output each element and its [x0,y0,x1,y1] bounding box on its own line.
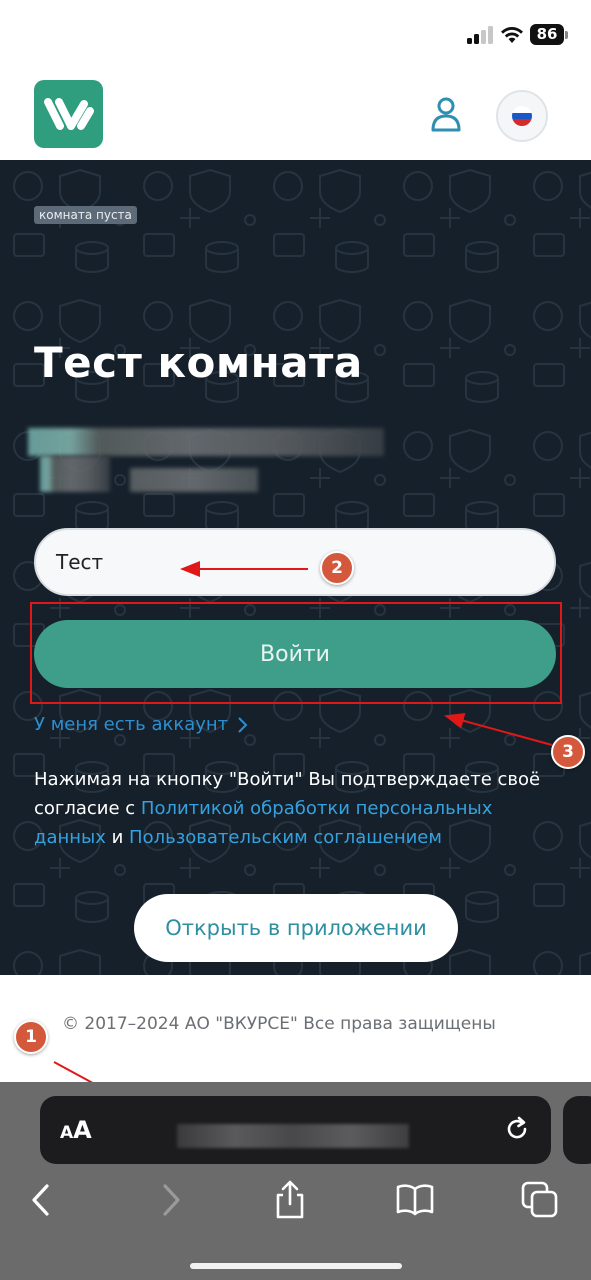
terms-of-use-link[interactable]: Пользовательским соглашением [129,827,442,848]
site-header [0,70,591,160]
bookmarks-icon[interactable] [395,1180,435,1220]
forward-icon[interactable] [150,1180,190,1220]
address-bar[interactable]: AA [40,1096,551,1164]
highlight-frame [30,602,562,704]
next-tab-peek[interactable] [563,1096,591,1164]
russian-flag-icon [512,106,532,126]
status-bar: 86 [0,0,591,70]
consent-text: Нажимая на кнопку "Войти" Вы подтверждае… [34,765,564,852]
reload-icon[interactable] [502,1114,532,1144]
redacted-room-info [28,428,384,456]
redacted-room-info-line2 [40,456,110,492]
tabs-icon[interactable] [520,1180,560,1220]
browser-toolbar: AA [0,1082,591,1280]
user-icon[interactable] [430,96,462,132]
have-account-link[interactable]: У меня есть аккаунт [34,714,248,735]
home-indicator [190,1263,402,1269]
room-hero-section: комната пуста Тест комната Тест Войти У … [0,160,591,975]
battery-indicator: 86 [530,24,564,45]
annotation-marker-2: 2 [320,551,354,585]
redacted-url [177,1124,409,1148]
copyright-text: © 2017–2024 АО "ВКУРСЕ" Все права защище… [62,1014,496,1034]
battery-cap [565,31,568,39]
share-icon[interactable] [270,1180,310,1220]
room-title: Тест комната [34,338,363,387]
consent-and: и [105,827,130,848]
wifi-icon [501,27,523,43]
annotation-marker-1: 1 [14,1020,48,1054]
language-switcher-button[interactable] [496,90,548,142]
name-input[interactable]: Тест [34,528,556,596]
open-in-app-button[interactable]: Открыть в приложении [134,894,458,962]
text-size-button[interactable]: AA [60,1116,92,1144]
app-logo-icon[interactable] [34,80,103,148]
annotation-marker-3: 3 [551,735,585,769]
chevron-right-icon [238,716,248,733]
cellular-signal-icon [467,26,493,44]
room-status-badge: комната пуста [34,206,137,224]
back-icon[interactable] [22,1180,62,1220]
have-account-label: У меня есть аккаунт [34,714,229,735]
redacted-room-info-line3 [130,468,258,492]
